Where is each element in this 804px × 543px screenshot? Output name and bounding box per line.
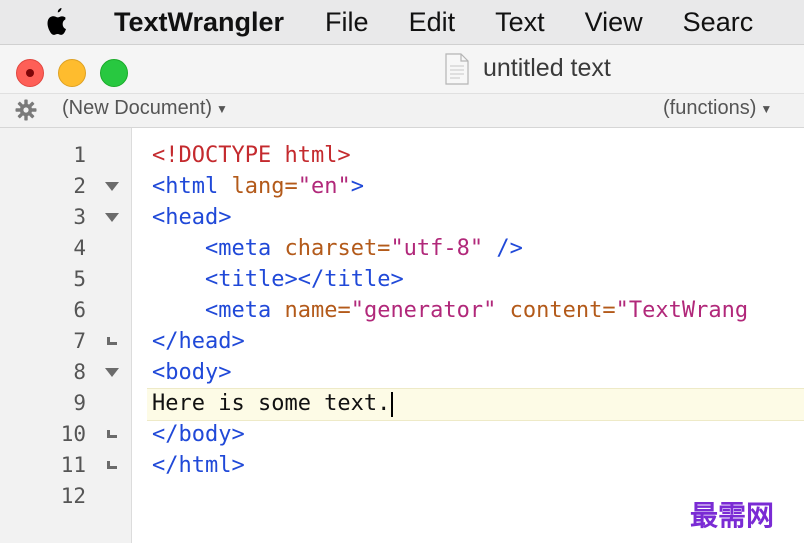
zoom-button[interactable] — [100, 59, 128, 87]
menu-edit[interactable]: Edit — [409, 7, 456, 38]
watermark: 最需网 — [690, 499, 775, 532]
document-popup[interactable]: (New Document) ▼ — [62, 97, 228, 120]
functions-popup-label: (functions) — [663, 97, 757, 119]
line-number: 5 — [73, 267, 86, 291]
app-menu[interactable]: TextWrangler — [114, 7, 284, 38]
gear-icon[interactable] — [14, 98, 38, 122]
line-number: 3 — [73, 205, 86, 229]
line-number: 9 — [73, 391, 86, 415]
line-number: 12 — [60, 484, 86, 508]
menu-view[interactable]: View — [585, 7, 643, 38]
editor-window: untitled text (New Document) ▼ (functions… — [0, 45, 804, 543]
document-popup-label: (New Document) — [62, 97, 213, 119]
code-line[interactable]: <html lang="en"> — [152, 171, 364, 202]
text-cursor — [391, 391, 394, 417]
close-button[interactable] — [16, 59, 44, 87]
fold-triangle-icon[interactable] — [104, 211, 120, 225]
line-number: 8 — [73, 360, 86, 384]
line-number: 11 — [60, 453, 86, 477]
fold-end-icon[interactable] — [104, 428, 120, 442]
code-line[interactable]: <body> — [152, 357, 231, 388]
code-line[interactable]: </head> — [152, 326, 245, 357]
code-line[interactable]: </html> — [152, 450, 245, 481]
minimize-button[interactable] — [58, 59, 86, 87]
menu-bar: TextWrangler File Edit Text View Searc — [0, 0, 804, 45]
navigation-bar: (New Document) ▼ (functions) ▼ — [0, 94, 804, 128]
code-line[interactable]: <head> — [152, 202, 231, 233]
code-line[interactable]: </body> — [152, 419, 245, 450]
line-number: 6 — [73, 298, 86, 322]
line-number: 7 — [73, 329, 86, 353]
chevron-down-icon: ▼ — [216, 101, 228, 116]
text-editor[interactable]: 1 <!DOCTYPE html> 2 <html lang="en"> 3 <head>… — [0, 128, 804, 543]
fold-triangle-icon[interactable] — [104, 180, 120, 194]
document-icon — [445, 53, 469, 85]
fold-end-icon[interactable] — [104, 459, 120, 473]
title-bar: untitled text — [0, 45, 804, 94]
menu-file[interactable]: File — [325, 7, 369, 38]
line-number: 1 — [73, 143, 86, 167]
menu-text[interactable]: Text — [495, 7, 545, 38]
code-line[interactable]: Here is some text. — [152, 388, 394, 419]
fold-end-icon[interactable] — [104, 335, 120, 349]
fold-triangle-icon[interactable] — [104, 366, 120, 380]
functions-popup[interactable]: (functions) ▼ — [663, 97, 772, 120]
apple-logo-icon[interactable] — [26, 0, 86, 44]
code-line[interactable]: <title></title> — [152, 264, 404, 295]
chevron-down-icon: ▼ — [760, 101, 773, 116]
line-number: 4 — [73, 236, 86, 260]
window-title: untitled text — [483, 54, 611, 82]
line-number: 10 — [60, 422, 86, 446]
code-line[interactable]: <meta charset="utf-8" /> — [152, 233, 523, 264]
line-number: 2 — [73, 174, 86, 198]
menu-search[interactable]: Searc — [683, 7, 754, 38]
code-line[interactable]: <!DOCTYPE html> — [152, 140, 351, 171]
code-line[interactable]: <meta name="generator" content="TextWran… — [152, 295, 748, 326]
